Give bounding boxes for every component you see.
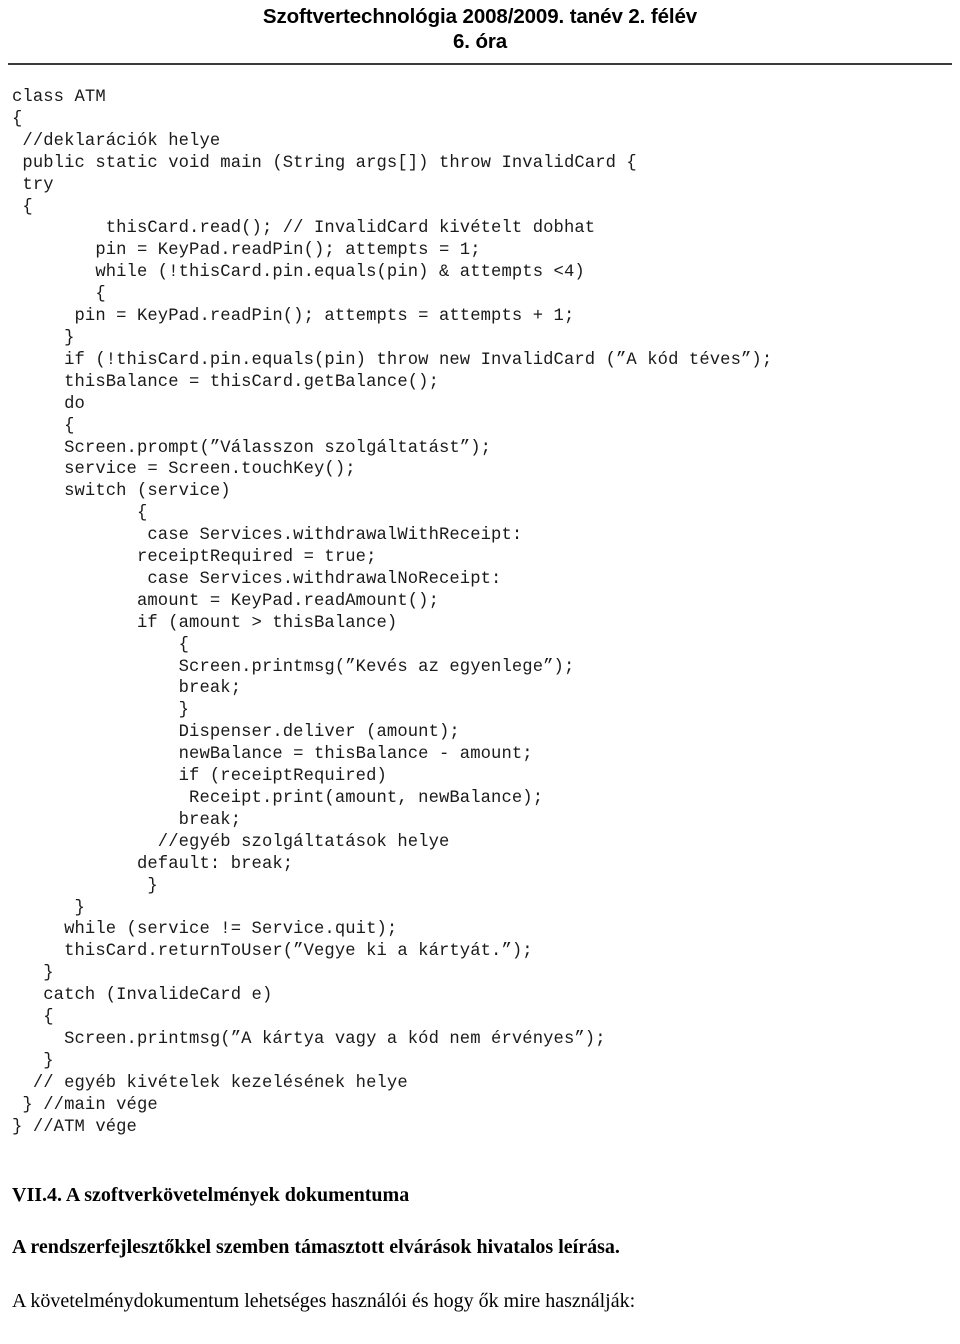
code-line: Screen.printmsg(”A kártya vagy a kód nem… [12,1029,606,1049]
code-line: while (service != Service.quit); [12,920,398,940]
header-title-line-1: Szoftvertechnológia 2008/2009. tanév 2. … [262,5,698,28]
code-line: } [12,701,190,721]
code-line: // egyéb kivételek kezelésének helye [12,1073,408,1093]
code-line: { [12,635,190,655]
section-lead-paragraph: A rendszerfejlesztőkkel szemben támaszto… [12,1235,620,1258]
code-line: case Services.withdrawalNoReceipt: [12,569,502,589]
code-line: pin = KeyPad.readPin(); attempts = 1; [12,241,481,261]
code-line: //deklarációk helye [12,131,221,151]
section-body-paragraph: A követelménydokumentum lehetséges haszn… [12,1289,636,1312]
code-line: } [12,898,85,918]
code-line: { [12,285,106,305]
code-line: } //ATM vége [12,1117,137,1137]
code-line: pin = KeyPad.readPin(); attempts = attem… [12,307,575,327]
code-line: if (receiptRequired) [12,767,387,787]
code-line: amount = KeyPad.readAmount(); [12,591,439,611]
code-line: if (!thisCard.pin.equals(pin) throw new … [12,350,773,370]
code-line: Screen.printmsg(”Kevés az egyenlege”); [12,657,575,677]
code-line: } [12,1051,54,1071]
code-line: thisCard.read(); // InvalidCard kivételt… [12,219,596,239]
code-line: } [12,964,54,984]
code-line: { [12,416,75,436]
code-line: default: break; [12,854,294,874]
code-line: class ATM [12,88,106,107]
code-line: do [12,394,85,414]
header-title-line-2: 6. óra [452,30,508,53]
code-line: { [12,197,33,217]
prose-section: VII.4. A szoftverkövetelmények dokumentu… [0,1139,960,1314]
code-line: try [12,175,54,195]
code-line: while (!thisCard.pin.equals(pin) & attem… [12,263,585,283]
code-line: thisCard.returnToUser(”Vegye ki a kártyá… [12,942,533,962]
document-header: Szoftvertechnológia 2008/2009. tanév 2. … [0,0,960,65]
code-line: } [12,876,158,896]
code-line: //egyéb szolgáltatások helye [12,832,450,852]
document-page: Szoftvertechnológia 2008/2009. tanév 2. … [0,0,960,1344]
section-heading: VII.4. A szoftverkövetelmények dokumentu… [12,1183,410,1206]
code-line: switch (service) [12,482,231,502]
code-line: case Services.withdrawalWithReceipt: [12,526,523,546]
code-line: service = Screen.touchKey(); [12,460,356,480]
code-line: Receipt.print(amount, newBalance); [12,789,544,808]
code-line: Dispenser.deliver (amount); [12,723,460,743]
code-lines-container: class ATM { //deklarációk helye public s… [12,88,772,1137]
code-line: break; [12,679,242,699]
code-line: { [12,504,148,524]
code-line: catch (InvalideCard e) [12,986,273,1006]
code-line: break; [12,810,242,830]
code-listing: class ATM { //deklarációk helye public s… [0,65,960,1139]
code-line: { [12,1008,54,1028]
code-line: { [12,109,23,129]
code-line: } [12,328,75,348]
code-line: public static void main (String args[]) … [12,153,637,173]
code-line: Screen.prompt(”Válasszon szolgáltatást”)… [12,438,492,458]
code-line: } //main vége [12,1095,158,1115]
code-line: thisBalance = thisCard.getBalance(); [12,372,439,392]
code-line: receiptRequired = true; [12,548,377,568]
code-line: if (amount > thisBalance) [12,613,398,633]
code-line: newBalance = thisBalance - amount; [12,745,533,765]
